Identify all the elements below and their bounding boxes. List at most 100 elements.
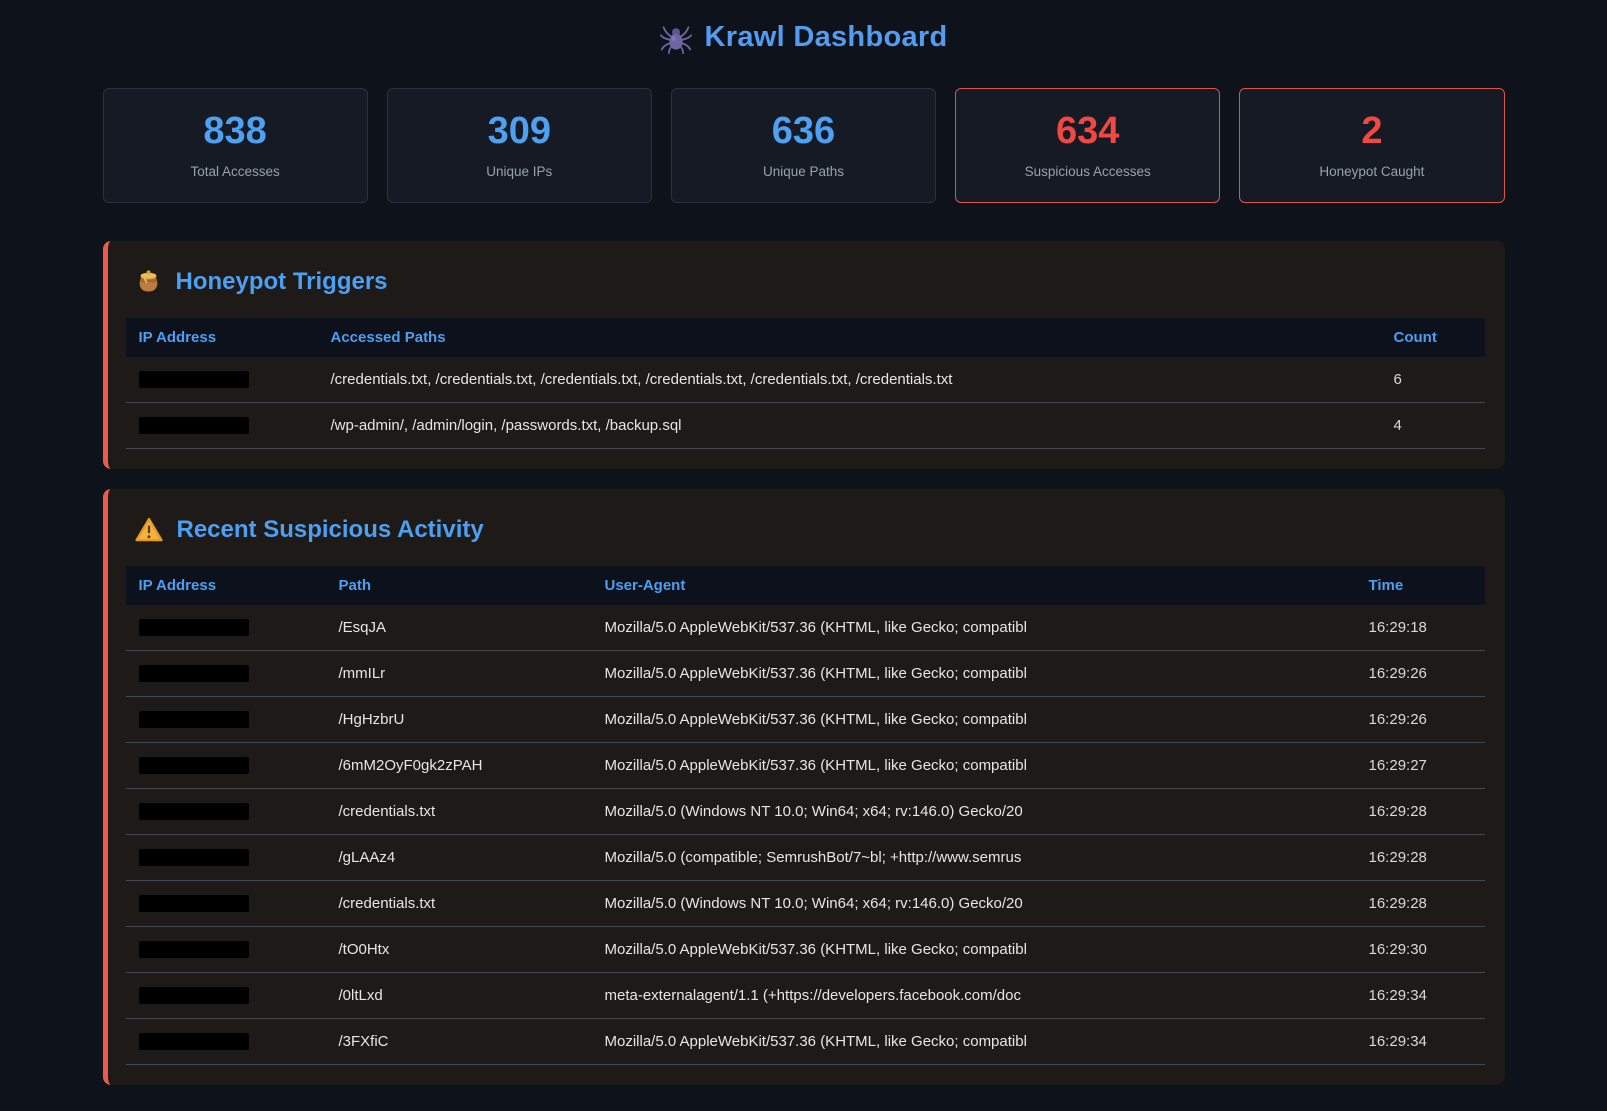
dashboard-page: Krawl Dashboard 838 Total Accesses 309 U… xyxy=(103,0,1505,1085)
column-header-ip-address: IP Address xyxy=(126,566,326,605)
stat-label: Suspicious Accesses xyxy=(964,164,1211,179)
path-cell: /HgHzbrU xyxy=(326,696,592,742)
redacted-ip xyxy=(139,757,249,774)
stat-value: 838 xyxy=(112,110,359,154)
honeypot-table-header-row: IP Address Accessed Paths Count xyxy=(126,318,1485,357)
count-cell: 6 xyxy=(1381,357,1485,403)
ip-address-cell xyxy=(126,1018,326,1064)
suspicious-activity-row: /EsqJA Mozilla/5.0 AppleWebKit/537.36 (K… xyxy=(126,605,1485,651)
page-title: Krawl Dashboard xyxy=(705,21,948,54)
suspicious-activity-row: /mmILr Mozilla/5.0 AppleWebKit/537.36 (K… xyxy=(126,650,1485,696)
path-cell: /EsqJA xyxy=(326,605,592,651)
path-cell: /credentials.txt xyxy=(326,880,592,926)
column-header-time: Time xyxy=(1356,566,1485,605)
suspicious-activity-table: IP Address Path User-Agent Time /EsqJA M… xyxy=(126,566,1485,1065)
app-header: Krawl Dashboard xyxy=(103,21,1505,54)
stats-row: 838 Total Accesses 309 Unique IPs 636 Un… xyxy=(103,88,1505,203)
path-cell: /mmILr xyxy=(326,650,592,696)
path-cell: /credentials.txt xyxy=(326,788,592,834)
honeypot-icon xyxy=(135,268,162,295)
user-agent-cell: Mozilla/5.0 (Windows NT 10.0; Win64; x64… xyxy=(592,880,1356,926)
honeypot-section-title: Honeypot Triggers xyxy=(135,268,1485,296)
user-agent-cell: Mozilla/5.0 AppleWebKit/537.36 (KHTML, l… xyxy=(592,742,1356,788)
stat-value: 636 xyxy=(680,110,927,154)
redacted-ip xyxy=(139,665,249,682)
time-cell: 16:29:27 xyxy=(1356,742,1485,788)
suspicious-activity-row: /tO0Htx Mozilla/5.0 AppleWebKit/537.36 (… xyxy=(126,926,1485,972)
suspicious-table-header-row: IP Address Path User-Agent Time xyxy=(126,566,1485,605)
stat-card: 634 Suspicious Accesses xyxy=(955,88,1220,203)
redacted-ip xyxy=(139,895,249,912)
redacted-ip xyxy=(139,987,249,1004)
user-agent-cell: Mozilla/5.0 AppleWebKit/537.36 (KHTML, l… xyxy=(592,605,1356,651)
path-cell: /0ltLxd xyxy=(326,972,592,1018)
time-cell: 16:29:18 xyxy=(1356,605,1485,651)
redacted-ip xyxy=(139,619,249,636)
redacted-ip xyxy=(139,711,249,728)
ip-address-cell xyxy=(126,834,326,880)
user-agent-cell: Mozilla/5.0 (compatible; SemrushBot/7~bl… xyxy=(592,834,1356,880)
time-cell: 16:29:34 xyxy=(1356,1018,1485,1064)
time-cell: 16:29:26 xyxy=(1356,650,1485,696)
path-cell: /6mM2OyF0gk2zPAH xyxy=(326,742,592,788)
ip-address-cell xyxy=(126,972,326,1018)
time-cell: 16:29:28 xyxy=(1356,834,1485,880)
stat-card: 2 Honeypot Caught xyxy=(1239,88,1504,203)
suspicious-activity-row: /3FXfiC Mozilla/5.0 AppleWebKit/537.36 (… xyxy=(126,1018,1485,1064)
suspicious-activity-row: /0ltLxd meta-externalagent/1.1 (+https:/… xyxy=(126,972,1485,1018)
count-cell: 4 xyxy=(1381,402,1485,448)
user-agent-cell: Mozilla/5.0 AppleWebKit/537.36 (KHTML, l… xyxy=(592,1018,1356,1064)
stat-label: Total Accesses xyxy=(112,164,359,179)
suspicious-activity-row: /credentials.txt Mozilla/5.0 (Windows NT… xyxy=(126,880,1485,926)
ip-address-cell xyxy=(126,605,326,651)
section-title-text: Honeypot Triggers xyxy=(176,268,388,296)
stat-card: 838 Total Accesses xyxy=(103,88,368,203)
ip-address-cell xyxy=(126,357,318,403)
user-agent-cell: Mozilla/5.0 AppleWebKit/537.36 (KHTML, l… xyxy=(592,650,1356,696)
suspicious-activity-panel: Recent Suspicious Activity IP Address Pa… xyxy=(103,489,1505,1085)
column-header-accessed-paths: Accessed Paths xyxy=(318,318,1381,357)
ip-address-cell xyxy=(126,650,326,696)
redacted-ip xyxy=(139,803,249,820)
honeypot-triggers-panel: Honeypot Triggers IP Address Accessed Pa… xyxy=(103,241,1505,469)
path-cell: /gLAAz4 xyxy=(326,834,592,880)
ip-address-cell xyxy=(126,788,326,834)
accessed-paths-cell: /wp-admin/, /admin/login, /passwords.txt… xyxy=(318,402,1381,448)
suspicious-activity-row: /gLAAz4 Mozilla/5.0 (compatible; Semrush… xyxy=(126,834,1485,880)
time-cell: 16:29:28 xyxy=(1356,880,1485,926)
path-cell: /tO0Htx xyxy=(326,926,592,972)
section-title-text: Recent Suspicious Activity xyxy=(177,516,484,544)
honeypot-trigger-row: /wp-admin/, /admin/login, /passwords.txt… xyxy=(126,402,1485,448)
suspicious-activity-row: /6mM2OyF0gk2zPAH Mozilla/5.0 AppleWebKit… xyxy=(126,742,1485,788)
spider-icon xyxy=(660,22,692,54)
time-cell: 16:29:28 xyxy=(1356,788,1485,834)
ip-address-cell xyxy=(126,926,326,972)
column-header-user-agent: User-Agent xyxy=(592,566,1356,605)
stat-label: Unique IPs xyxy=(396,164,643,179)
user-agent-cell: Mozilla/5.0 AppleWebKit/537.36 (KHTML, l… xyxy=(592,926,1356,972)
column-header-path: Path xyxy=(326,566,592,605)
redacted-ip xyxy=(139,371,249,388)
user-agent-cell: Mozilla/5.0 AppleWebKit/537.36 (KHTML, l… xyxy=(592,696,1356,742)
stat-label: Honeypot Caught xyxy=(1248,164,1495,179)
suspicious-activity-row: /HgHzbrU Mozilla/5.0 AppleWebKit/537.36 … xyxy=(126,696,1485,742)
column-header-ip-address: IP Address xyxy=(126,318,318,357)
ip-address-cell xyxy=(126,880,326,926)
ip-address-cell xyxy=(126,696,326,742)
redacted-ip xyxy=(139,1033,249,1050)
redacted-ip xyxy=(139,941,249,958)
suspicious-section-title: Recent Suspicious Activity xyxy=(135,516,1485,544)
stat-label: Unique Paths xyxy=(680,164,927,179)
redacted-ip xyxy=(139,849,249,866)
user-agent-cell: meta-externalagent/1.1 (+https://develop… xyxy=(592,972,1356,1018)
ip-address-cell xyxy=(126,402,318,448)
path-cell: /3FXfiC xyxy=(326,1018,592,1064)
stat-value: 309 xyxy=(396,110,643,154)
time-cell: 16:29:26 xyxy=(1356,696,1485,742)
stat-card: 309 Unique IPs xyxy=(387,88,652,203)
accessed-paths-cell: /credentials.txt, /credentials.txt, /cre… xyxy=(318,357,1381,403)
suspicious-activity-row: /credentials.txt Mozilla/5.0 (Windows NT… xyxy=(126,788,1485,834)
column-header-count: Count xyxy=(1381,318,1485,357)
user-agent-cell: Mozilla/5.0 (Windows NT 10.0; Win64; x64… xyxy=(592,788,1356,834)
stat-card: 636 Unique Paths xyxy=(671,88,936,203)
